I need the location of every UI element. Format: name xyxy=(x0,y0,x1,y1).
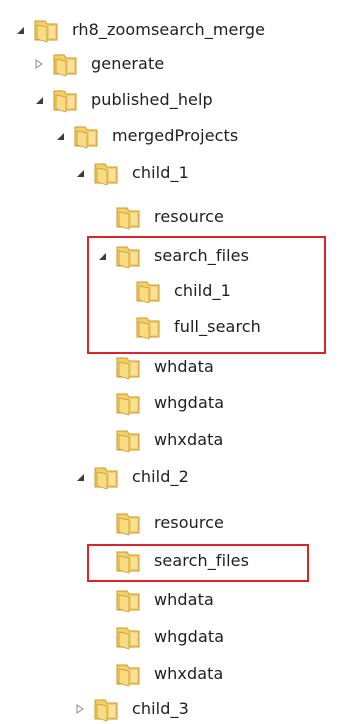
tree-node-mergedprojects[interactable]: mergedProjects xyxy=(54,121,238,151)
highlight-box-search-files-child-1 xyxy=(87,236,326,354)
tree-node-label: child_1 xyxy=(132,163,189,182)
tree-node-label: whdata xyxy=(154,590,214,609)
folder-icon xyxy=(114,354,142,380)
highlight-box-search-files-child-2 xyxy=(87,544,309,582)
tree-node-label: whgdata xyxy=(154,393,225,412)
folder-icon xyxy=(114,624,142,650)
folder-icon xyxy=(92,464,120,490)
folder-icon xyxy=(92,160,120,186)
expanded-arrow-icon[interactable] xyxy=(54,129,66,143)
tree-node-label: published_help xyxy=(91,90,213,109)
tree-node-generate[interactable]: generate xyxy=(33,49,164,79)
tree-node-label: child_3 xyxy=(132,699,189,718)
tree-node-label: resource xyxy=(154,207,225,226)
folder-icon xyxy=(51,87,79,113)
folder-icon xyxy=(72,123,100,149)
tree-node-rh8-zoomsearch-merge[interactable]: rh8_zoomsearch_merge xyxy=(14,15,265,45)
folder-icon xyxy=(114,587,142,613)
expanded-arrow-icon[interactable] xyxy=(14,23,26,37)
tree-node-whdata-2[interactable]: whdata xyxy=(96,585,214,615)
tree-node-label: mergedProjects xyxy=(112,126,239,145)
tree-node-child-1[interactable]: child_1 xyxy=(74,158,189,188)
tree-node-child-2[interactable]: child_2 xyxy=(74,462,189,492)
collapsed-arrow-icon[interactable] xyxy=(33,57,45,71)
expanded-arrow-icon[interactable] xyxy=(74,166,86,180)
expanded-arrow-icon[interactable] xyxy=(33,93,45,107)
folder-icon xyxy=(51,51,79,77)
folder-icon xyxy=(114,427,142,453)
tree-node-whxdata[interactable]: whxdata xyxy=(96,425,223,455)
tree-node-whdata[interactable]: whdata xyxy=(96,352,214,382)
folder-icon xyxy=(114,390,142,416)
folder-icon xyxy=(92,696,120,722)
tree-node-resource-2[interactable]: resource xyxy=(96,508,224,538)
tree-node-label: whdata xyxy=(154,357,214,376)
tree-node-label: whgdata xyxy=(154,627,225,646)
folder-tree: rh8_zoomsearch_merge generate published_… xyxy=(0,0,350,724)
tree-node-label: child_2 xyxy=(132,467,189,486)
tree-node-whgdata[interactable]: whgdata xyxy=(96,388,224,418)
tree-node-label: generate xyxy=(91,54,165,73)
tree-node-resource[interactable]: resource xyxy=(96,202,224,232)
tree-node-label: rh8_zoomsearch_merge xyxy=(72,20,266,39)
folder-icon xyxy=(114,661,142,687)
folder-icon xyxy=(114,510,142,536)
tree-node-child-3[interactable]: child_3 xyxy=(74,694,189,724)
tree-node-published-help[interactable]: published_help xyxy=(33,85,213,115)
tree-node-label: whxdata xyxy=(154,430,224,449)
collapsed-arrow-icon[interactable] xyxy=(74,702,86,716)
tree-node-whxdata-2[interactable]: whxdata xyxy=(96,659,223,689)
folder-icon xyxy=(32,17,60,43)
tree-node-label: resource xyxy=(154,513,225,532)
tree-node-whgdata-2[interactable]: whgdata xyxy=(96,622,224,652)
folder-icon xyxy=(114,204,142,230)
expanded-arrow-icon[interactable] xyxy=(74,470,86,484)
tree-node-label: whxdata xyxy=(154,664,224,683)
